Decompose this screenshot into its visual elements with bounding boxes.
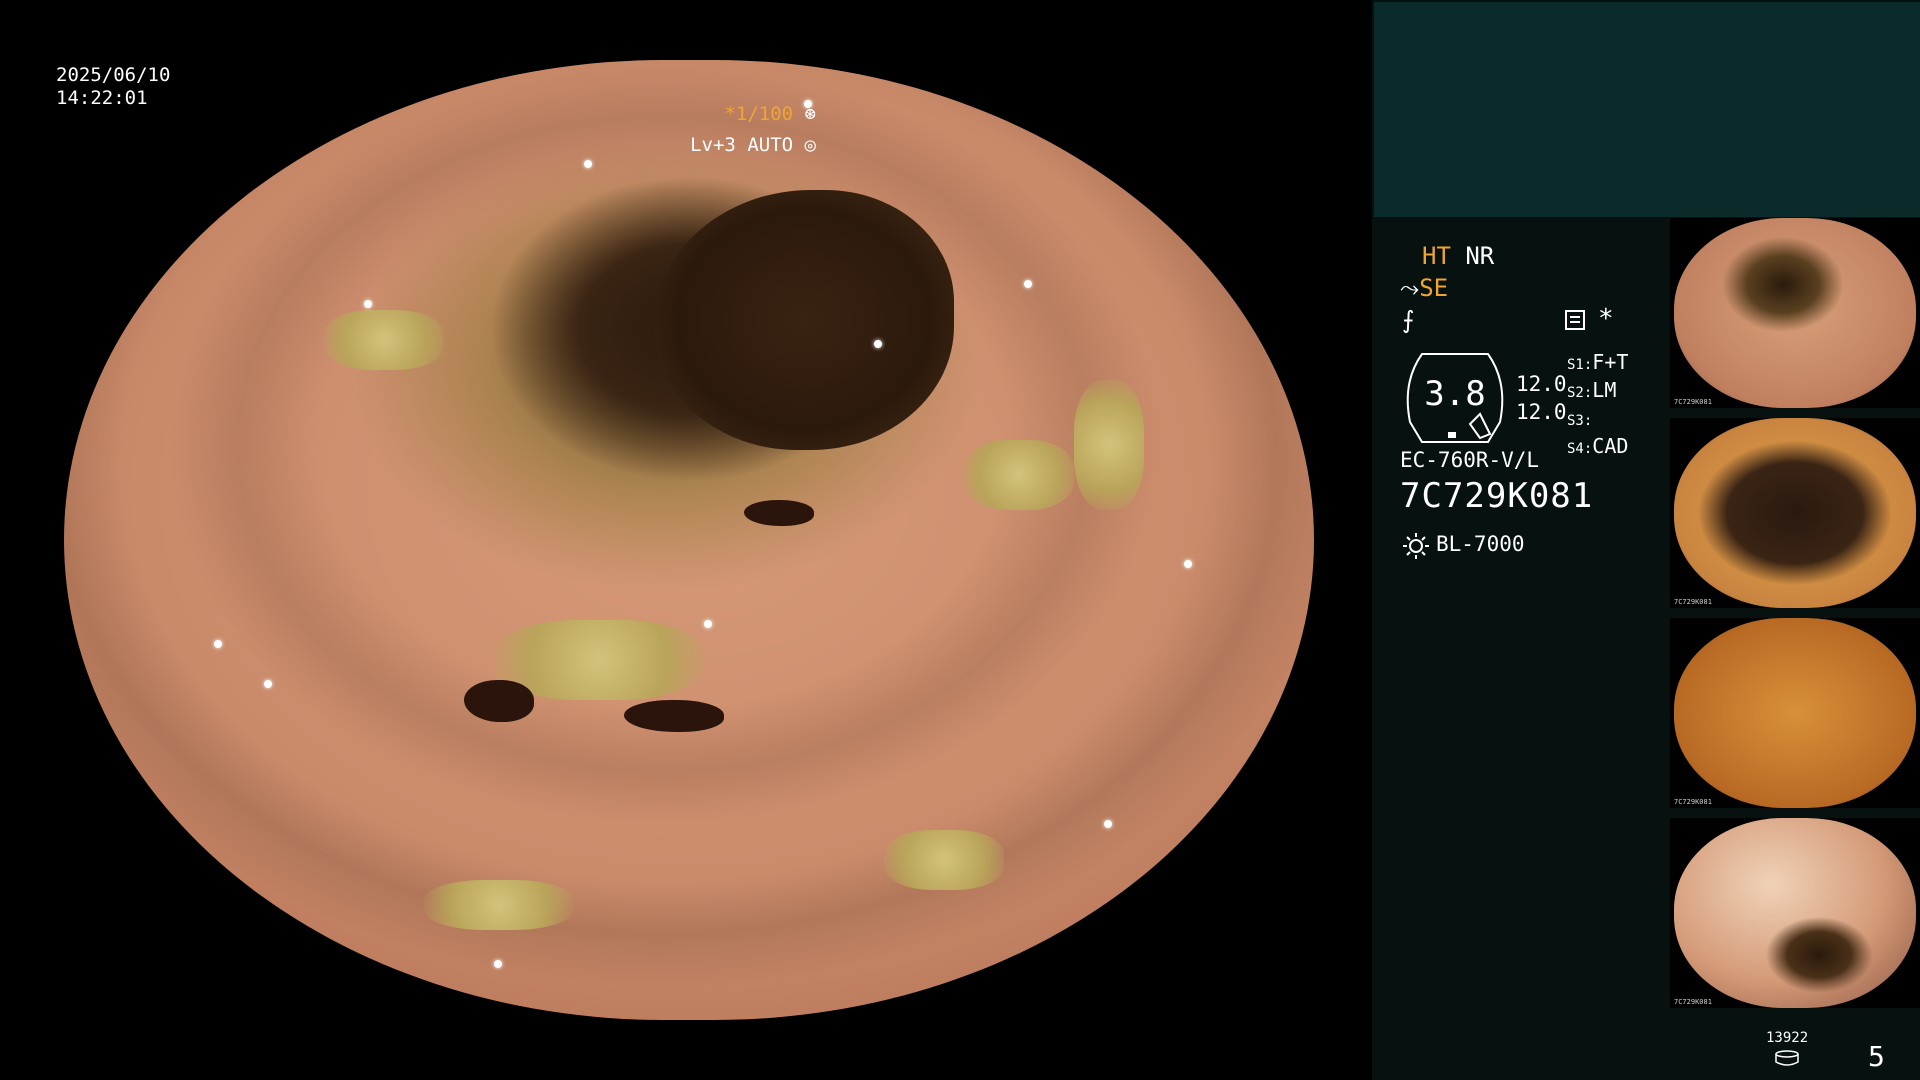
lumen <box>654 190 954 450</box>
switch-row: S4:CAD <box>1567 434 1629 458</box>
gauge-side-value-1: 12.0 <box>1516 372 1567 396</box>
endoscope-view: 2025/06/10 14:22:01 *1/100 ⊛ Lv+3 AUTO ◎ <box>0 0 1372 1080</box>
specular-highlight <box>214 640 222 648</box>
endoscope-image <box>64 60 1314 1020</box>
switch-row: S2:LM <box>1567 378 1617 402</box>
page-number: 5 <box>1868 1040 1885 1073</box>
gauge-side-values: 12.0 12.0 <box>1516 370 1567 426</box>
light-source-icon <box>1403 533 1429 559</box>
dark-spot <box>624 700 724 732</box>
switch-assignments: S1:F+T S2:LM S3: S4:CAD <box>1567 350 1628 462</box>
thumbnail-id: 7C729K081 <box>1674 998 1712 1006</box>
specular-highlight <box>264 680 272 688</box>
datetime-readout: 2025/06/10 14:22:01 <box>56 64 170 110</box>
thumbnail-image <box>1674 418 1916 608</box>
date-text: 2025/06/10 <box>56 64 171 86</box>
thumbnail-id: 7C729K081 <box>1674 398 1712 406</box>
settings-list-icon <box>1565 310 1585 330</box>
shutter-readout: *1/100 ⊛ Lv+3 AUTO ◎ <box>690 99 816 161</box>
specular-highlight <box>1104 820 1112 828</box>
mode-nr: NR <box>1465 242 1495 270</box>
switch-row: S1:F+T <box>1567 350 1629 374</box>
scope-serial: 7C729K081 <box>1400 476 1594 516</box>
iris-mode: AUTO <box>747 134 794 156</box>
specular-highlight <box>494 960 502 968</box>
mode-ht: HT <box>1422 242 1451 270</box>
thumbnail-image <box>1674 618 1916 808</box>
debris <box>324 310 444 370</box>
iris-level: Lv+3 <box>690 134 736 156</box>
thumbnail-id: 7C729K081 <box>1674 798 1712 806</box>
debris <box>424 880 574 930</box>
thumbnail-image <box>1674 218 1916 408</box>
shutter-speed: *1/100 <box>724 103 794 125</box>
zoom-gauge: 3.8 <box>1400 352 1510 443</box>
structure-icon: ⤳ <box>1400 274 1420 302</box>
specular-highlight <box>1184 560 1192 568</box>
thumbnail[interactable]: 7C729K081 <box>1670 218 1920 408</box>
specular-highlight <box>584 160 592 168</box>
specular-highlight <box>874 340 882 348</box>
specular-highlight <box>704 620 712 628</box>
color-enhance-icon: ⨍ <box>1402 306 1415 334</box>
light-source: BL-7000 <box>1436 532 1525 556</box>
thumbnail[interactable]: 7C729K081 <box>1670 418 1920 608</box>
gauge-side-value-2: 12.0 <box>1516 400 1567 424</box>
thumbnail[interactable]: 7C729K081 <box>1670 618 1920 808</box>
mode-se: SE <box>1419 274 1449 302</box>
specular-highlight <box>1024 280 1032 288</box>
debris <box>1074 380 1144 510</box>
debris <box>964 440 1074 510</box>
iris-icon: ◎ <box>804 134 816 156</box>
asterisk-icon: * <box>1598 304 1614 334</box>
switch-row: S3: <box>1567 413 1593 429</box>
storage-count: 13922 <box>1766 1030 1809 1046</box>
mode-row: HT NR <box>1422 242 1494 270</box>
side-panel-header <box>1374 2 1920 217</box>
storage-icon <box>1775 1050 1799 1066</box>
dark-spot <box>744 500 814 526</box>
thumbnail-image <box>1674 818 1916 1008</box>
gauge-value: 3.8 <box>1424 374 1486 414</box>
se-row: ⤳SE <box>1400 274 1448 302</box>
debris <box>884 830 1004 890</box>
dark-spot <box>464 680 534 722</box>
time-text: 14:22:01 <box>56 87 148 109</box>
specular-highlight <box>364 300 372 308</box>
shutter-icon: ⊛ <box>804 103 816 125</box>
thumbnail-id: 7C729K081 <box>1674 598 1712 606</box>
thumbnail[interactable]: 7C729K081 <box>1670 818 1920 1008</box>
scope-model: EC-760R-V/L <box>1400 448 1540 472</box>
